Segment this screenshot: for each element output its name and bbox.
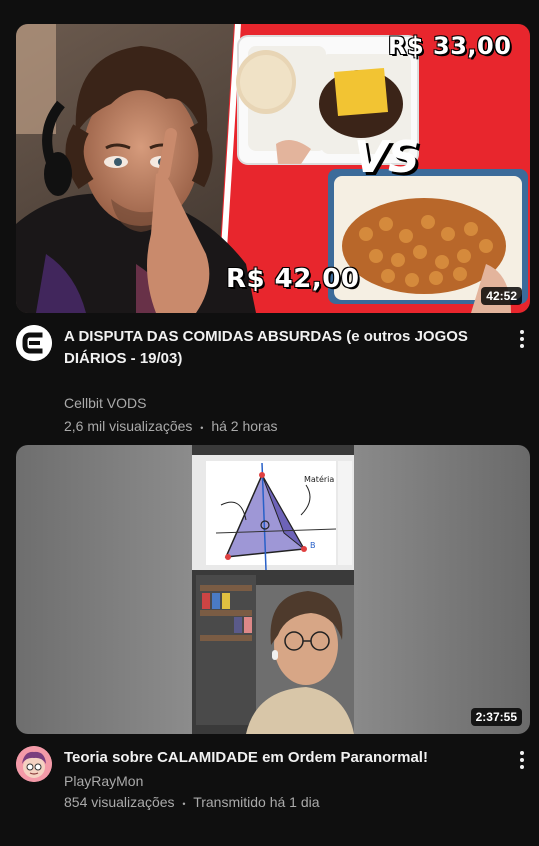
duration-badge: 2:37:55 [470, 708, 522, 726]
channel-avatar[interactable] [16, 325, 52, 361]
thumbnail-image [16, 445, 530, 734]
video-meta: Teoria sobre CALAMIDADE em Ordem Paranor… [16, 746, 530, 846]
diagram-vertex-label: B [310, 541, 316, 550]
vertical-dots-icon[interactable] [514, 327, 530, 351]
cellbit-logo-icon [16, 325, 52, 361]
channel-name[interactable]: PlayRayMon [64, 771, 143, 791]
upload-age: há 2 horas [211, 418, 278, 434]
stats-separator: • [200, 423, 204, 433]
duration-badge: 42:52 [481, 287, 522, 305]
thumbnail-price-bottom: R$ 42,00 [226, 264, 360, 294]
view-count: 2,6 mil visualizações [64, 418, 193, 434]
video-card[interactable]: R$ 33,00 VS R$ 42,00 42:52 A DISPUTA DAS… [16, 24, 530, 434]
stats-separator: • [182, 799, 186, 809]
thumbnail-vs-label: VS [354, 132, 420, 183]
channel-name[interactable]: Cellbit VODS [64, 393, 146, 413]
thumbnail-price-top: R$ 33,00 [388, 32, 512, 60]
diagram-label: Matéria [304, 475, 335, 484]
video-stats: 2,6 mil visualizações • há 2 horas [64, 416, 278, 438]
video-title[interactable]: A DISPUTA DAS COMIDAS ABSURDAS (e outros… [64, 326, 484, 370]
video-stats: 854 visualizações • Transmitido há 1 dia [64, 792, 320, 814]
cartoon-avatar-icon [16, 746, 52, 782]
video-title[interactable]: Teoria sobre CALAMIDADE em Ordem Paranor… [64, 747, 484, 769]
vertical-dots-icon[interactable] [514, 748, 530, 772]
video-thumbnail[interactable]: Matéria B 2:37:55 [16, 445, 530, 734]
video-meta: A DISPUTA DAS COMIDAS ABSURDAS (e outros… [16, 325, 530, 434]
upload-age: Transmitido há 1 dia [193, 794, 320, 810]
video-card[interactable]: Matéria B 2:37:55 Teoria sobre CALAMIDAD… [16, 445, 530, 816]
channel-avatar[interactable] [16, 746, 52, 782]
view-count: 854 visualizações [64, 794, 175, 810]
video-thumbnail[interactable]: R$ 33,00 VS R$ 42,00 42:52 [16, 24, 530, 313]
